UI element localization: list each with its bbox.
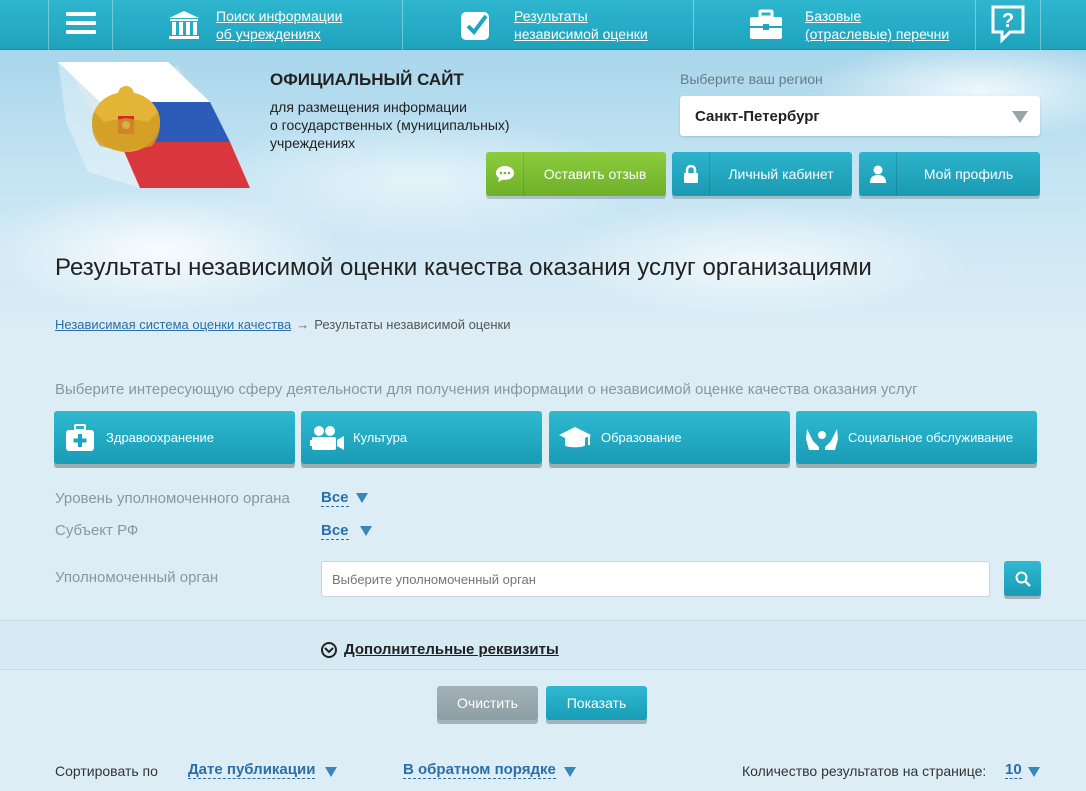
site-title: ОФИЦИАЛЬНЫЙ САЙТ xyxy=(270,70,464,89)
sphere-education-button[interactable]: Образование xyxy=(549,411,790,464)
svg-text:?: ? xyxy=(1002,10,1014,32)
dropdown-arrow-icon[interactable] xyxy=(325,767,337,777)
breadcrumb-current: Результаты независимой оценки xyxy=(314,317,511,332)
lock-icon xyxy=(672,152,710,196)
level-label: Уровень уполномоченного органа xyxy=(55,490,290,507)
nav-divider xyxy=(112,0,113,50)
dropdown-arrow-icon[interactable] xyxy=(360,526,372,536)
region-value: Санкт-Петербург xyxy=(695,108,820,125)
authority-input[interactable] xyxy=(321,561,990,597)
page-title: Результаты независимой оценки качества о… xyxy=(55,254,872,281)
nav-item-lists[interactable]: Базовые (отраслевые) перечни xyxy=(748,2,949,48)
results-per-page-label: Количество результатов на странице: xyxy=(742,763,987,779)
nav-divider xyxy=(975,0,976,50)
region-select[interactable]: Санкт-Петербург xyxy=(680,96,1040,136)
level-select[interactable]: Все xyxy=(321,490,349,507)
nav-divider xyxy=(402,0,403,50)
search-button[interactable] xyxy=(1004,561,1041,596)
show-button[interactable]: Показать xyxy=(546,686,647,720)
chevron-down-icon xyxy=(321,641,337,658)
results-per-page-select[interactable]: 10 xyxy=(1005,762,1022,779)
search-icon xyxy=(1015,571,1031,587)
dropdown-arrow-icon[interactable] xyxy=(1028,767,1040,777)
user-icon xyxy=(859,152,897,196)
institution-icon xyxy=(166,7,202,43)
subject-label: Субъект РФ xyxy=(55,522,139,539)
medical-kit-icon xyxy=(54,411,106,464)
sphere-social-button[interactable]: Социальное обслуживание xyxy=(796,411,1037,464)
site-subtitle: для размещения информации о государствен… xyxy=(270,99,510,151)
dropdown-arrow-icon xyxy=(1012,111,1028,123)
graduation-cap-icon xyxy=(549,411,601,464)
breadcrumb-link[interactable]: Независимая система оценки качества xyxy=(55,317,291,332)
feedback-button[interactable]: Оставить отзыв xyxy=(486,152,666,196)
clear-button[interactable]: Очистить xyxy=(437,686,538,720)
hamburger-icon[interactable] xyxy=(66,12,96,36)
sphere-culture-button[interactable]: Культура xyxy=(301,411,542,464)
movie-camera-icon xyxy=(301,411,353,464)
nav-item-label: Поиск информации об учреждениях xyxy=(216,8,343,42)
nav-divider xyxy=(693,0,694,50)
briefcase-icon xyxy=(748,7,784,43)
nav-divider xyxy=(48,0,49,50)
sphere-healthcare-button[interactable]: Здравоохранение xyxy=(54,411,295,464)
nav-item-label: Базовые (отраслевые) перечни xyxy=(805,8,950,42)
checkbox-icon xyxy=(458,7,494,43)
help-question-icon[interactable]: ? xyxy=(990,4,1026,44)
cabinet-button[interactable]: Личный кабинет xyxy=(672,152,852,196)
profile-button[interactable]: Мой профиль xyxy=(859,152,1040,196)
breadcrumb: Независимая система оценки качества → Резу… xyxy=(55,317,510,332)
sphere-prompt: Выберите интересующую сферу деятельности… xyxy=(55,381,918,398)
top-navigation: Поиск информации об учреждениях Результат… xyxy=(0,0,1086,50)
caring-hands-icon xyxy=(796,411,848,464)
nav-item-results[interactable]: Результаты независимой оценки xyxy=(458,2,648,48)
dropdown-arrow-icon[interactable] xyxy=(356,493,368,503)
authority-label: Уполномоченный орган xyxy=(55,569,219,586)
chat-bubble-icon xyxy=(486,152,524,196)
site-logo xyxy=(48,62,258,192)
region-label: Выберите ваш регион xyxy=(680,71,823,87)
sort-field-select[interactable]: Дате публикации xyxy=(188,762,316,779)
nav-divider xyxy=(1040,0,1041,50)
arrow-right-icon: → xyxy=(296,317,310,332)
nav-item-institutions[interactable]: Поиск информации об учреждениях xyxy=(166,2,342,48)
sort-label: Сортировать по xyxy=(55,763,158,779)
dropdown-arrow-icon[interactable] xyxy=(564,767,576,777)
subject-select[interactable]: Все xyxy=(321,523,349,540)
nav-item-label: Результаты независимой оценки xyxy=(514,8,648,42)
extra-details-toggle[interactable]: Дополнительные реквизиты xyxy=(321,641,559,658)
sort-order-select[interactable]: В обратном порядке xyxy=(403,762,556,779)
